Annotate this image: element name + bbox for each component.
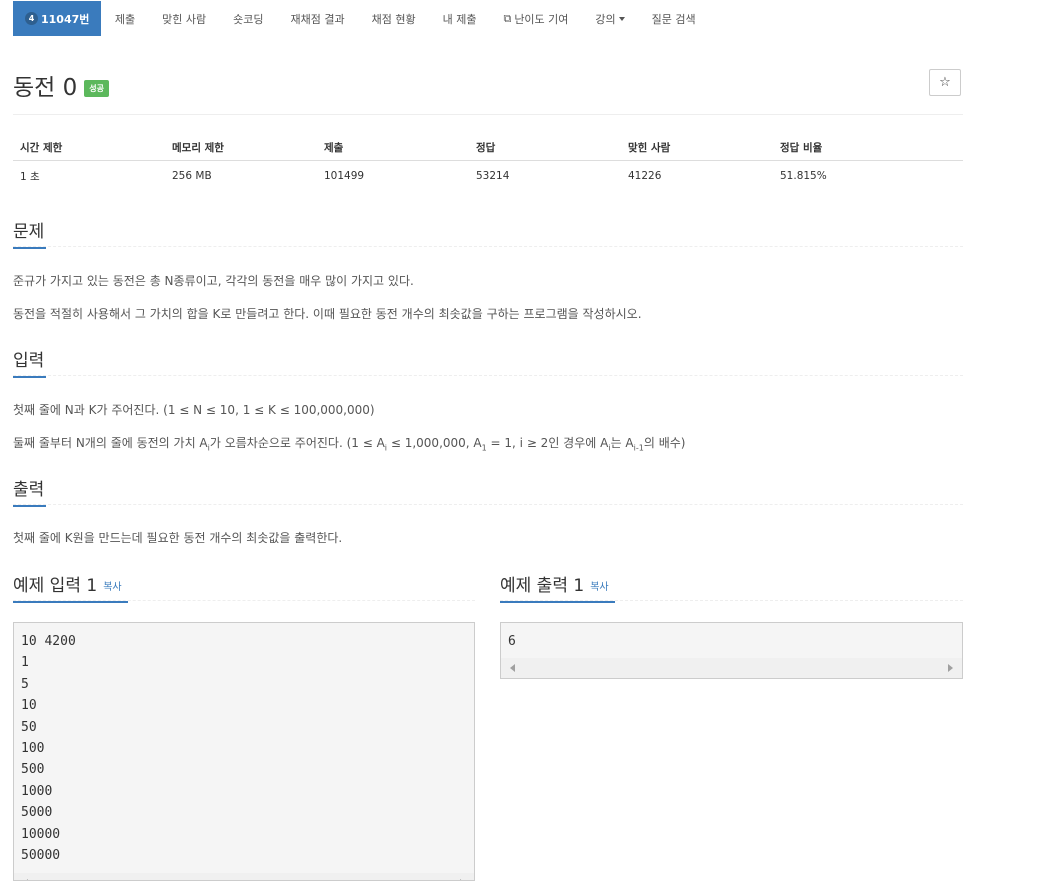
table-row: 1 초 256 MB 101499 53214 41226 51.815% [13,161,963,192]
input-paragraph-1: 첫째 줄에 N과 K가 주어진다. (1 ≤ N ≤ 10, 1 ≤ K ≤ 1… [13,403,375,417]
heading-underline [13,247,46,249]
input-text-part: 는 A [610,436,634,450]
input-text-part: = 1, i ≥ 2인 경우에 A [486,436,609,450]
input-text-part: 가 오름차순으로 주어진다. (1 ≤ A [209,436,385,450]
tier-icon: 4 [25,12,38,25]
title-divider [13,114,963,115]
value-time-limit: 1 초 [20,170,40,183]
status-badge: 성공 [84,79,109,97]
copy-sample-input-button[interactable]: 복사 [103,582,121,593]
sample-input-box[interactable]: 10 4200 1 5 10 50 100 500 1000 5000 1000… [13,622,475,881]
copy-sample-output-button[interactable]: 복사 [590,582,608,593]
nav-lectures-label: 강의 [595,12,616,26]
caret-down-icon [618,16,625,21]
description-heading: 문제 [13,217,46,249]
value-accept-ratio: 51.815% [780,170,827,182]
input-text-part: 둘째 줄부터 N개의 줄에 동전의 가치 A [13,436,208,450]
horizontal-scrollbar[interactable] [14,873,474,880]
header-submissions: 제출 [317,134,469,161]
nav-problem[interactable]: 4 11047번 [13,1,102,36]
value-solved-users: 41226 [628,170,662,182]
heading-underline [13,376,46,378]
heading-underline [13,505,46,507]
nav-status[interactable]: 채점 현황 [358,1,429,36]
header-accept-ratio: 정답 비율 [773,134,963,161]
nav-short-coding[interactable]: 숏코딩 [220,1,277,36]
star-icon: ☆ [939,75,951,90]
description-paragraph-2: 동전을 적절히 사용해서 그 가치의 합을 K로 만들려고 한다. 이때 필요한… [13,307,642,321]
sample-input-heading: 예제 입력 1 복사 [13,571,128,603]
header-memory-limit: 메모리 제한 [165,134,317,161]
horizontal-scrollbar[interactable] [501,658,962,678]
output-heading-label: 출력 [13,480,45,500]
section-divider [13,246,963,247]
star-button[interactable]: ☆ [929,69,961,96]
section-divider [13,504,963,505]
sample-output-heading-label: 예제 출력 1 [500,576,585,596]
nav-difficulty-label: 난이도 기여 [514,12,569,26]
value-accepted: 53214 [476,170,510,182]
external-link-icon: ⧉ [503,11,512,25]
subscript: i-1 [633,443,644,453]
heading-underline [13,601,128,603]
section-divider [13,600,475,601]
header-accepted: 정답 [469,134,621,161]
section-divider [500,600,963,601]
page-title: 동전 0 [13,75,78,101]
scroll-right-icon[interactable] [948,664,953,672]
value-memory-limit: 256 MB [172,170,212,182]
header-time-limit: 시간 제한 [13,134,165,161]
sample-output-box[interactable]: 6 [500,622,963,679]
value-submissions: 101499 [324,170,365,182]
scroll-left-icon[interactable] [510,664,515,672]
input-heading-label: 입력 [13,351,45,371]
nav-solved-users[interactable]: 맞힌 사람 [149,1,220,36]
sample-output-heading: 예제 출력 1 복사 [500,571,615,603]
nav-rejudge-results[interactable]: 재채점 결과 [277,1,358,36]
description-paragraph-1: 준규가 가지고 있는 동전은 총 N종류이고, 각각의 동전을 매우 많이 가지… [13,274,414,288]
input-text-part: 의 배수) [643,436,686,450]
page-title-row: 동전 0 성공 [13,68,109,102]
input-heading: 입력 [13,346,46,378]
output-paragraph-1: 첫째 줄에 K원을 만드는데 필요한 동전 개수의 최솟값을 출력한다. [13,531,343,545]
nav-question-search[interactable]: 질문 검색 [638,1,709,36]
problem-page: 4 11047번 제출 맞힌 사람 숏코딩 재채점 결과 채점 현황 내 제출 … [0,0,1037,881]
header-solved-users: 맞힌 사람 [621,134,773,161]
nav-submit[interactable]: 제출 [101,1,148,36]
table-header-row: 시간 제한 메모리 제한 제출 정답 맞힌 사람 정답 비율 [13,134,963,161]
problem-menu: 4 11047번 제출 맞힌 사람 숏코딩 재채점 결과 채점 현황 내 제출 … [13,1,709,36]
input-text-part: ≤ 1,000,000, A [387,436,482,450]
nav-problem-label: 11047번 [41,12,90,26]
sample-input-heading-label: 예제 입력 1 [13,576,98,596]
input-paragraph-2: 둘째 줄부터 N개의 줄에 동전의 가치 Ai가 오름차순으로 주어진다. (1… [13,434,685,452]
nav-lectures-dropdown[interactable]: 강의 [582,1,638,36]
section-divider [13,375,963,376]
nav-difficulty-contribution[interactable]: ⧉ 난이도 기여 [490,1,582,36]
nav-my-submissions[interactable]: 내 제출 [429,1,490,36]
problem-info-table: 시간 제한 메모리 제한 제출 정답 맞힌 사람 정답 비율 1 초 256 M… [13,134,963,191]
sample-output-text: 6 [508,634,516,649]
heading-underline [500,601,615,603]
description-heading-label: 문제 [13,222,45,242]
output-heading: 출력 [13,475,46,507]
sample-input-text: 10 4200 1 5 10 50 100 500 1000 5000 1000… [21,634,76,864]
